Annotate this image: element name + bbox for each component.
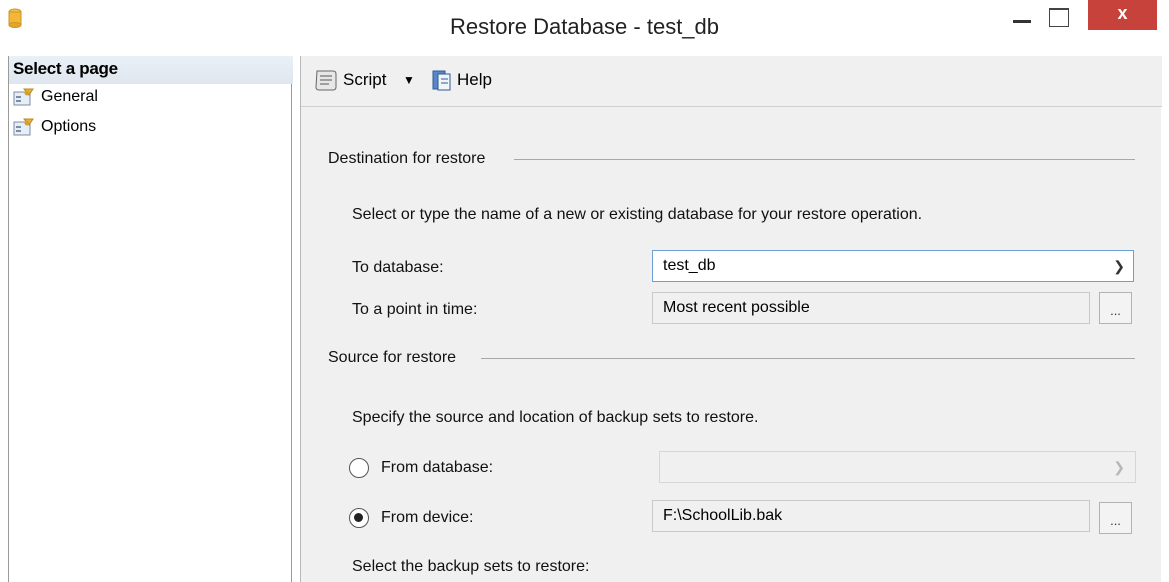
from-device-radio[interactable]	[349, 508, 369, 528]
divider	[481, 358, 1135, 359]
point-in-time-field: Most recent possible	[652, 292, 1090, 324]
point-in-time-browse-button[interactable]: ...	[1099, 292, 1132, 324]
window-title: Restore Database - test_db	[449, 14, 720, 39]
from-database-radio[interactable]	[349, 458, 369, 478]
chevron-down-icon: ❯	[1113, 459, 1125, 475]
script-button[interactable]: Script	[313, 66, 386, 94]
page-icon	[13, 118, 34, 136]
to-database-value: test_db	[663, 257, 716, 274]
point-in-time-label: To a point in time:	[352, 301, 478, 318]
minimize-button[interactable]	[1011, 8, 1035, 28]
title-bar: Restore Database - test_db x	[0, 0, 1169, 52]
destination-group-label: Destination for restore	[328, 150, 486, 167]
to-database-combo[interactable]: test_db ❯	[652, 250, 1134, 282]
script-dropdown-button[interactable]: ▼	[403, 66, 415, 94]
from-database-label[interactable]: From database:	[381, 459, 493, 477]
from-database-combo[interactable]: ❯	[659, 451, 1136, 483]
help-label: Help	[457, 70, 492, 89]
general-page: Script ▼ Help Destination for restore Se…	[300, 56, 1162, 582]
nav-item-general[interactable]: General	[13, 86, 98, 108]
help-button[interactable]: Help	[431, 66, 492, 94]
page-icon	[13, 88, 34, 106]
from-device-label[interactable]: From device:	[381, 509, 473, 527]
source-group-label: Source for restore	[328, 349, 457, 366]
script-label: Script	[343, 70, 387, 89]
backup-sets-label: Select the backup sets to restore:	[352, 558, 590, 575]
select-page-header: Select a page	[9, 56, 293, 84]
from-device-field: F:\SchoolLib.bak	[652, 500, 1090, 532]
destination-description: Select or type the name of a new or exis…	[352, 206, 923, 223]
nav-item-label: Options	[41, 118, 97, 135]
help-icon	[432, 70, 451, 91]
nav-item-label: General	[41, 88, 98, 105]
script-icon	[315, 70, 337, 91]
to-database-label: To database:	[352, 259, 444, 276]
nav-item-options[interactable]: Options	[13, 116, 96, 138]
maximize-button[interactable]	[1049, 8, 1071, 27]
toolbar: Script ▼ Help	[301, 56, 1162, 107]
from-device-browse-button[interactable]: ...	[1099, 502, 1132, 534]
chevron-down-icon: ▼	[403, 73, 415, 87]
divider	[514, 159, 1135, 160]
source-description: Specify the source and location of backu…	[352, 409, 759, 426]
chevron-down-icon: ❯	[1113, 258, 1125, 274]
select-page-panel: Select a page General Options	[8, 56, 293, 582]
close-button[interactable]: x	[1088, 0, 1157, 30]
